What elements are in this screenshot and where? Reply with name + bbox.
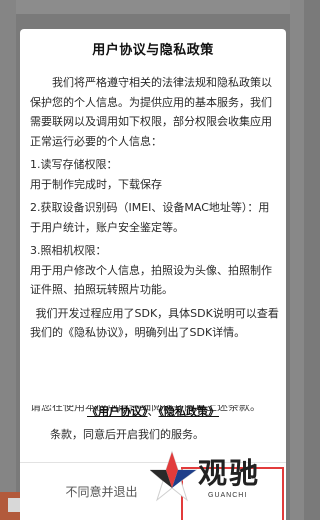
privacy-policy-link[interactable]: 《隐私政策》 <box>159 405 220 418</box>
sdk-paragraph: 我们开发过程应用了SDK，具体SDK说明可以查看我们的《隐私协议》，明确列出了S… <box>30 306 279 340</box>
backdrop-left <box>0 0 16 520</box>
backdrop-right <box>290 0 304 520</box>
watermark: 观驰 GUANCHI <box>150 448 280 512</box>
dialog-title: 用户协议与隐私政策 <box>92 43 214 58</box>
permission-storage-desc: 用于制作完成时，下载保存 <box>30 177 162 191</box>
permission-storage-title: 1.读写存储权限： <box>30 158 118 171</box>
policy-links: 《用户协议》、《隐私政策》 <box>20 403 286 419</box>
link-separator: 、 <box>147 405 159 418</box>
consent-tail-text: 条款，同意后开启我们的服务。 <box>50 428 204 441</box>
intro-paragraph: 我们将严格遵守相关的法律法规和隐私政策以保护您的个人信息。为提供应用的基本服务，… <box>30 76 272 148</box>
permission-camera-title: 3.照相机权限： <box>30 244 107 257</box>
user-agreement-link[interactable]: 《用户协议》 <box>87 405 148 418</box>
decline-button-label: 不同意并退出 <box>65 485 138 499</box>
watermark-star-icon <box>150 450 198 502</box>
backdrop-top <box>0 0 304 14</box>
decline-button[interactable]: 不同意并退出 <box>20 463 153 520</box>
watermark-sub: GUANCHI <box>208 492 248 499</box>
permission-device-id: 2.获取设备识别码（IMEI、设备MAC地址等）：用于用户统计，账户安全鉴定等。 <box>30 201 270 234</box>
dialog-content[interactable]: 我们将严格遵守相关的法律法规和隐私政策以保护您的个人信息。为提供应用的基本服务，… <box>30 73 280 413</box>
privacy-dialog: 用户协议与隐私政策 我们将严格遵守相关的法律法规和隐私政策以保护您的个人信息。为… <box>20 29 286 520</box>
watermark-brand: 观驰 <box>198 456 261 490</box>
permission-camera-desc: 用于用户修改个人信息，拍照设为头像、拍照制作证件照、拍照玩转照片功能。 <box>30 263 272 297</box>
